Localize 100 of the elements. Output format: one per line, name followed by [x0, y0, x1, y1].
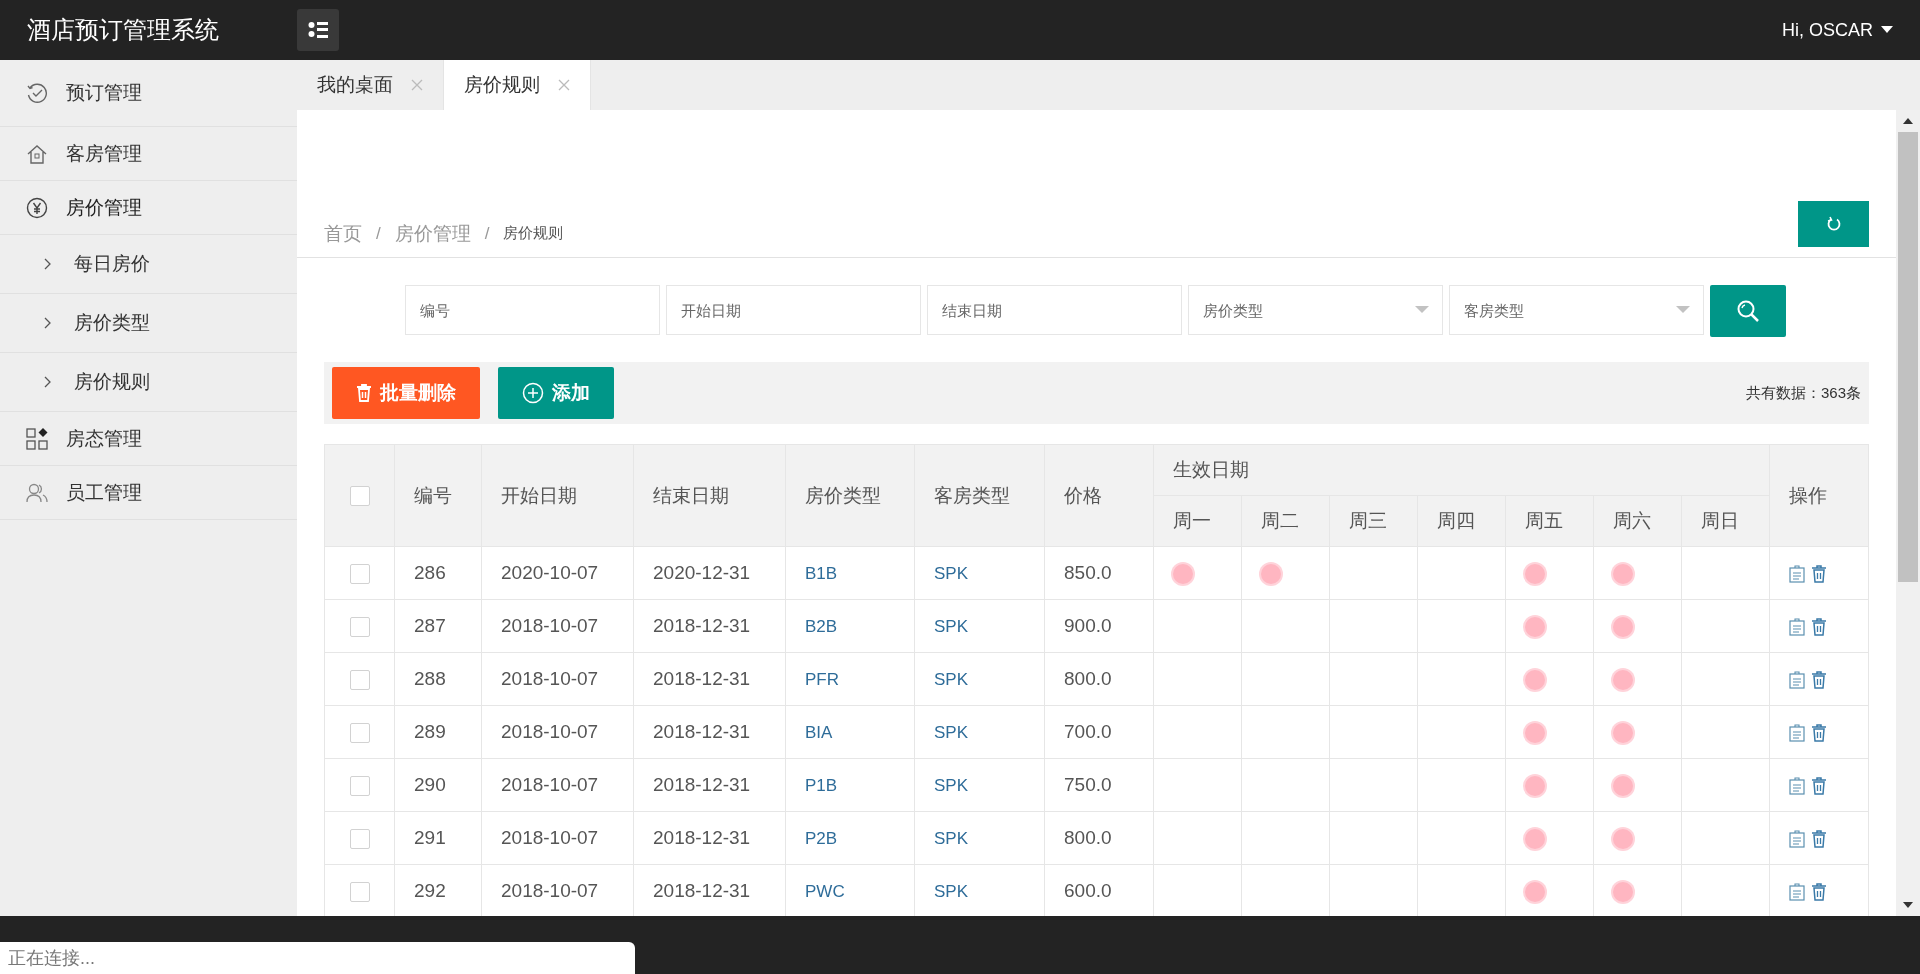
- row-checkbox[interactable]: [349, 670, 370, 690]
- room-type-link[interactable]: SPK: [934, 670, 969, 689]
- price-type-link[interactable]: B2B: [805, 617, 838, 636]
- table-cell: 2018-10-07: [481, 705, 634, 759]
- dropdown-caret-icon: [1676, 306, 1690, 314]
- delete-icon[interactable]: [1811, 777, 1828, 795]
- delete-icon[interactable]: [1811, 671, 1828, 689]
- edit-icon[interactable]: [1789, 618, 1806, 636]
- row-checkbox[interactable]: [349, 564, 370, 584]
- edit-icon[interactable]: [1789, 777, 1806, 795]
- delete-icon[interactable]: [1811, 618, 1828, 636]
- room-type-link[interactable]: SPK: [934, 882, 969, 901]
- edit-icon[interactable]: [1789, 883, 1806, 901]
- chevron-right-icon: [44, 258, 52, 270]
- search-icon: [1736, 299, 1760, 323]
- column-header: 价格: [1044, 444, 1154, 547]
- price-type-link[interactable]: P2B: [805, 829, 838, 848]
- close-icon[interactable]: [411, 79, 423, 91]
- refresh-icon: [1825, 215, 1842, 232]
- column-header: 操作: [1769, 444, 1869, 547]
- column-header: 周六: [1593, 495, 1682, 547]
- column-header: 开始日期: [481, 444, 634, 547]
- yen-icon: [26, 196, 48, 219]
- add-button[interactable]: 添加: [498, 367, 614, 419]
- table-cell: 800.0: [1044, 652, 1154, 706]
- column-header: 客房类型: [914, 444, 1045, 547]
- table-cell: 2018-12-31: [633, 599, 786, 653]
- edit-icon[interactable]: [1789, 565, 1806, 583]
- price-type-link[interactable]: PWC: [805, 882, 845, 901]
- room-type-link[interactable]: SPK: [934, 617, 969, 636]
- table-cell: 2018-12-31: [633, 758, 786, 812]
- table-cell: 750.0: [1044, 758, 1154, 812]
- row-checkbox[interactable]: [349, 776, 370, 796]
- column-header: 周四: [1417, 495, 1506, 547]
- room-type-link[interactable]: SPK: [934, 829, 969, 848]
- column-header: 周日: [1681, 495, 1770, 547]
- edit-icon[interactable]: [1789, 724, 1806, 742]
- search-field[interactable]: 开始日期: [666, 285, 921, 335]
- caret-icon: [1881, 26, 1893, 34]
- table-cell: 700.0: [1044, 705, 1154, 759]
- price-type-link[interactable]: BIA: [805, 723, 833, 742]
- menu-button[interactable]: [297, 9, 339, 51]
- record-count: 共有数据：363条: [1745, 383, 1861, 403]
- edit-icon[interactable]: [1789, 830, 1806, 848]
- tab[interactable]: 房价规则: [444, 60, 591, 110]
- grid-icon: [26, 427, 48, 450]
- select-field[interactable]: 客房类型: [1449, 285, 1704, 335]
- column-group-header: 生效日期: [1153, 444, 1770, 496]
- column-header: 周五: [1505, 495, 1594, 547]
- refresh-button[interactable]: [1798, 200, 1869, 247]
- row-checkbox[interactable]: [349, 617, 370, 637]
- breadcrumb-separator: /: [484, 223, 490, 244]
- scrollbar[interactable]: [1896, 110, 1920, 916]
- users-icon: [26, 481, 48, 504]
- column-header: 结束日期: [633, 444, 786, 547]
- delete-icon[interactable]: [1811, 724, 1828, 742]
- table-cell: 291: [394, 811, 482, 865]
- search-field[interactable]: 结束日期: [927, 285, 1182, 335]
- column-header: 周一: [1153, 495, 1242, 547]
- room-type-link[interactable]: SPK: [934, 776, 969, 795]
- dropdown-caret-icon: [1415, 306, 1429, 314]
- table-cell: 2018-12-31: [633, 811, 786, 865]
- table-cell: 289: [394, 705, 482, 759]
- select-field[interactable]: 房价类型: [1188, 285, 1443, 335]
- price-type-link[interactable]: B1B: [805, 564, 838, 583]
- delete-icon[interactable]: [1811, 883, 1828, 901]
- search-field[interactable]: 编号: [405, 285, 660, 335]
- delete-icon[interactable]: [1811, 565, 1828, 583]
- delete-button[interactable]: 批量删除: [332, 367, 480, 419]
- table-cell: 287: [394, 599, 482, 653]
- scroll-up-icon[interactable]: [1903, 118, 1913, 124]
- breadcrumb-link[interactable]: 房价规则: [503, 224, 564, 243]
- status-text: 正在连接...: [8, 947, 95, 970]
- select-all-checkbox[interactable]: [349, 486, 370, 507]
- row-checkbox[interactable]: [349, 829, 370, 849]
- table-cell: 2018-10-07: [481, 599, 634, 653]
- column-header: 编号: [394, 444, 482, 547]
- table-cell: 2020-10-07: [481, 546, 634, 600]
- room-type-link[interactable]: SPK: [934, 564, 969, 583]
- column-header: 房价类型: [785, 444, 915, 547]
- room-type-link[interactable]: SPK: [934, 723, 969, 742]
- close-icon[interactable]: [558, 79, 570, 91]
- sidebar-item[interactable]: 房态管理: [0, 412, 297, 466]
- price-type-link[interactable]: PFR: [805, 670, 839, 689]
- plus-circle-icon: [522, 382, 544, 404]
- search-button[interactable]: [1710, 285, 1786, 337]
- scroll-down-icon[interactable]: [1903, 902, 1913, 908]
- table-cell: 2018-10-07: [481, 652, 634, 706]
- price-type-link[interactable]: P1B: [805, 776, 838, 795]
- app-title: 酒店预订管理系统: [26, 15, 220, 45]
- clock-check-icon: [26, 82, 48, 104]
- table-cell: 2020-12-31: [633, 546, 786, 600]
- row-checkbox[interactable]: [349, 882, 370, 902]
- table-cell: 2018-10-07: [481, 811, 634, 865]
- user-menu[interactable]: Hi, OSCAR: [1782, 19, 1893, 41]
- edit-icon[interactable]: [1789, 671, 1806, 689]
- row-checkbox[interactable]: [349, 723, 370, 743]
- table-cell: 286: [394, 546, 482, 600]
- trash-icon: [356, 384, 372, 402]
- delete-icon[interactable]: [1811, 830, 1828, 848]
